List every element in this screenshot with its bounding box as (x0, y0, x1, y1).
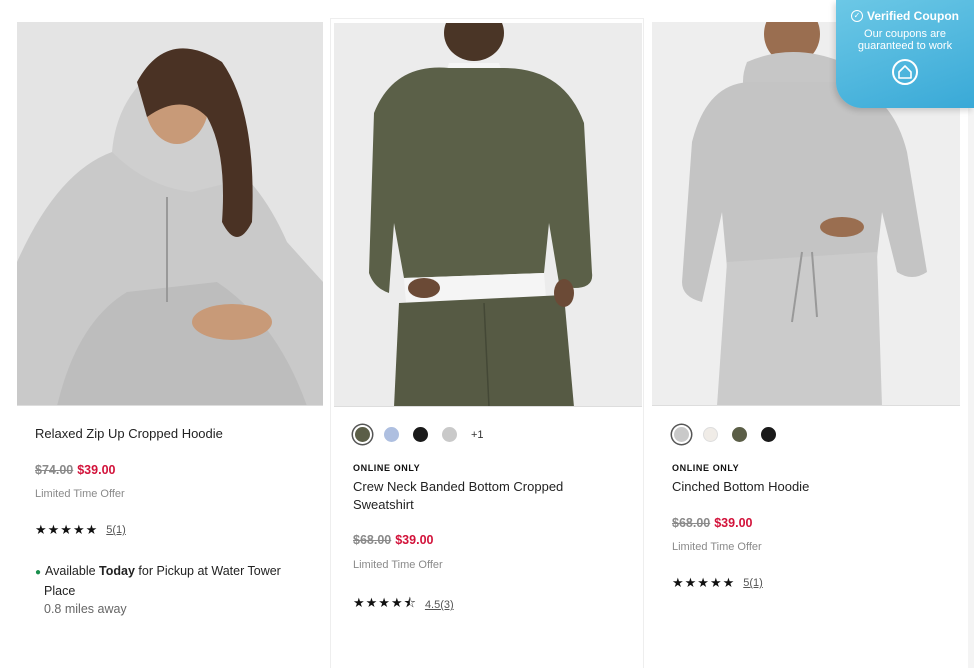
product-grid: Relaxed Zip Up Cropped Hoodie $74.00 $39.… (0, 0, 974, 668)
color-swatch[interactable] (703, 427, 718, 442)
review-count-link[interactable]: 5(1) (106, 524, 126, 536)
home-tag-icon (898, 65, 912, 79)
coupon-title: Verified Coupon (866, 9, 959, 23)
color-swatch[interactable] (732, 427, 747, 442)
rating[interactable]: ★★★★⯪ 4.5(3) (353, 594, 454, 616)
color-swatch[interactable] (674, 427, 689, 442)
sale-price: $39.00 (77, 463, 116, 477)
availability-dot-icon: ● (35, 567, 42, 578)
review-count-link[interactable]: 5(1) (743, 577, 763, 589)
product-image[interactable] (334, 23, 642, 407)
product-name[interactable]: Crew Neck Banded Bottom Cropped Sweatshi… (353, 478, 563, 514)
product-name[interactable]: Relaxed Zip Up Cropped Hoodie (35, 425, 223, 443)
review-count-link[interactable]: 4.5(3) (425, 599, 454, 611)
offer-label: Limited Time Offer (35, 488, 125, 500)
product-card[interactable]: Relaxed Zip Up Cropped Hoodie $74.00 $39.… (14, 0, 326, 668)
product-image[interactable] (17, 22, 323, 406)
color-swatch[interactable] (384, 427, 399, 442)
original-price: $68.00 (353, 533, 392, 547)
sale-price: $39.00 (714, 516, 753, 530)
sale-price: $39.00 (395, 533, 434, 547)
color-swatches: +1 (355, 427, 484, 442)
verified-coupon-widget[interactable]: ✓ Verified Coupon Our coupons are guaran… (836, 0, 974, 108)
original-price: $74.00 (35, 463, 74, 477)
online-only-badge: ONLINE ONLY (353, 463, 421, 473)
color-swatch[interactable] (761, 427, 776, 442)
model-photo (17, 22, 323, 405)
rating[interactable]: ★★★★★ 5(1) (35, 522, 126, 538)
color-swatch[interactable] (413, 427, 428, 442)
star-rating-icon: ★★★★⯪ (353, 595, 417, 610)
model-photo (334, 23, 642, 406)
offer-label: Limited Time Offer (353, 559, 443, 571)
star-rating-icon: ★★★★★ (35, 522, 99, 537)
star-rating-icon: ★★★★★ (672, 575, 736, 590)
coupon-logo-icon[interactable] (892, 59, 918, 85)
color-swatch[interactable] (355, 427, 370, 442)
pickup-availability: ● Available Today for Pickup at Water Tow… (35, 564, 281, 616)
product-card[interactable]: +1 ONLINE ONLY Crew Neck Banded Bottom C… (330, 18, 644, 668)
product-name[interactable]: Cinched Bottom Hoodie (672, 478, 809, 496)
rating[interactable]: ★★★★★ 5(1) (672, 575, 763, 591)
coupon-header: ✓ Verified Coupon (836, 9, 974, 23)
more-colors-link[interactable]: +1 (471, 429, 484, 441)
product-price: $68.00 $39.00 (353, 533, 433, 547)
offer-label: Limited Time Offer (672, 541, 762, 553)
product-price: $74.00 $39.00 (35, 463, 115, 477)
online-only-badge: ONLINE ONLY (672, 463, 740, 473)
color-swatches (674, 427, 776, 442)
coupon-subtitle: Our coupons are guaranteed to work (857, 28, 953, 52)
original-price: $68.00 (672, 516, 711, 530)
color-swatch[interactable] (442, 427, 457, 442)
check-circle-icon: ✓ (850, 10, 863, 22)
product-price: $68.00 $39.00 (672, 516, 752, 530)
